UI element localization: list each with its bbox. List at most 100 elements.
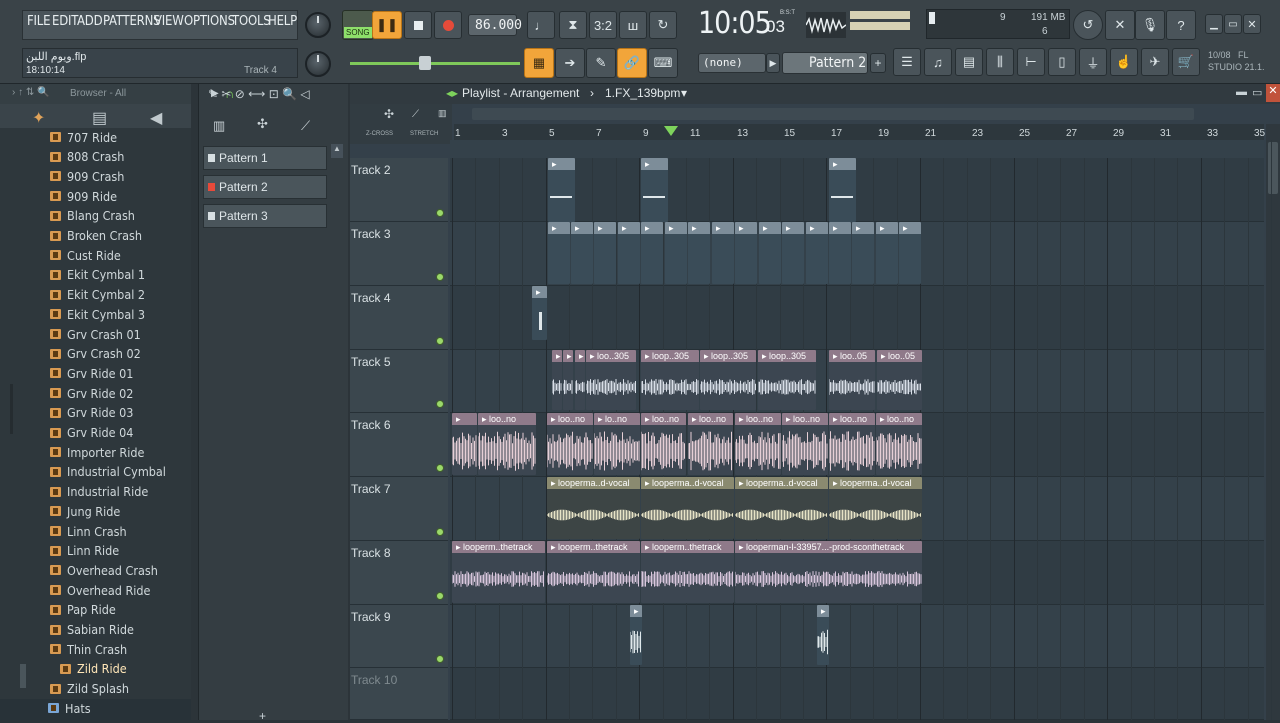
audio-icon[interactable]: ✣ <box>257 116 268 132</box>
piano-icon[interactable]: ▥ <box>213 118 231 133</box>
track-header[interactable]: Track 10 <box>350 668 448 720</box>
audio-clip[interactable]: ▸ looperman-l-33957...-prod-sconthetrack <box>735 541 922 603</box>
audio-clip[interactable]: ▸ looperm..thetrack <box>641 541 734 603</box>
browser-file-item[interactable]: Ekit Cymbal 1 <box>50 266 145 284</box>
audio-clip[interactable]: ▸ loo..05 <box>829 350 875 410</box>
browser-file-item[interactable]: 808 Crash <box>50 148 124 166</box>
browser-file-item[interactable]: Grv Ride 04 <box>50 424 133 442</box>
close-button[interactable]: ✕ <box>1243 14 1261 34</box>
mixer-window-button[interactable]: ⫼ <box>986 48 1014 76</box>
countdown-button[interactable]: 3:2 <box>589 11 617 39</box>
pattern-clip[interactable]: ▸ <box>759 222 781 284</box>
song-position-clock[interactable]: 10:05 <box>698 6 772 41</box>
playlist-view-button[interactable]: ➔ <box>555 48 585 78</box>
master-volume-slider[interactable] <box>419 56 431 70</box>
browser-file-item[interactable]: Grv Ride 03 <box>50 404 133 422</box>
add-track-icon[interactable]: + <box>259 709 266 723</box>
pattern-clip[interactable]: ▸ <box>806 222 828 284</box>
menu-view[interactable]: VIEW <box>154 14 184 29</box>
audio-clip[interactable]: ▸ loop..305 <box>758 350 816 410</box>
audio-clip[interactable]: ▸ loo..no <box>547 413 593 475</box>
menu-edit[interactable]: EDIT <box>52 14 78 29</box>
grid-icon[interactable]: ▥ <box>438 108 447 119</box>
audio-clip[interactable]: ▸ loo..no <box>829 413 875 475</box>
browser-scrollbar[interactable] <box>20 664 26 688</box>
browser-file-item[interactable]: 909 Ride <box>50 187 117 205</box>
playlist-nav-icon[interactable]: ◂▸ <box>446 86 458 100</box>
mixer-button[interactable]: ✕ <box>1105 10 1135 40</box>
pattern-clip[interactable]: ▸ <box>876 222 898 284</box>
audio-clip[interactable]: ▸ loop..305 <box>641 350 699 410</box>
browser-file-item[interactable]: Importer Ride <box>50 443 144 461</box>
track-mute-led[interactable] <box>436 273 444 281</box>
pattern-clip[interactable]: ▸ <box>829 222 851 284</box>
playlist-close-button[interactable]: ✕ <box>1266 84 1280 102</box>
tempo-display[interactable]: 86.000 <box>468 14 522 36</box>
pause-button[interactable]: ❚❚ <box>372 11 402 39</box>
sparkle-icon[interactable]: ✦ <box>32 108 45 128</box>
pattern-mode-button[interactable]: ▦ <box>524 48 554 78</box>
wait-for-input-button[interactable]: ⧗ <box>559 11 587 39</box>
browser-file-item[interactable]: Grv Ride 02 <box>50 384 133 402</box>
track-header[interactable]: Track 2 <box>350 158 448 222</box>
playlist-window-button[interactable]: ☰ <box>893 48 921 76</box>
audio-clip[interactable]: ▸ loo..no <box>782 413 828 475</box>
browser-file-item[interactable]: Zild Splash <box>50 680 129 698</box>
vertical-scroll-thumb[interactable] <box>1268 142 1278 194</box>
audio-clip[interactable]: ▸ looperm..thetrack <box>547 541 640 603</box>
store-button[interactable]: 🛒 <box>1172 48 1200 76</box>
menu-tools[interactable]: TOOLS <box>232 14 271 29</box>
speaker-icon[interactable]: ◀ <box>150 108 162 128</box>
browser-file-item[interactable]: 707 Ride <box>50 128 117 146</box>
browser-folder-item[interactable]: Hats <box>48 699 91 717</box>
playlist-tools-icons[interactable]: ✎ ✂ ⊘ ⟷ ⊡ 🔍 ◁ <box>208 87 310 101</box>
piano-roll-button[interactable]: ♫ <box>924 48 952 76</box>
audio-clip[interactable]: ▸ <box>552 350 562 410</box>
metronome-button[interactable]: ♩ <box>527 11 555 39</box>
maximize-button[interactable]: ▭ <box>1224 14 1242 34</box>
loop-record-button[interactable]: ↻ <box>649 11 677 39</box>
pattern-clip[interactable]: ▸ <box>688 222 710 284</box>
zoom-icon[interactable]: ⟋ <box>412 109 419 120</box>
step-edit-button[interactable]: ш <box>619 11 647 39</box>
track-header[interactable]: Track 6 <box>350 413 448 477</box>
browser-file-item[interactable]: Ekit Cymbal 2 <box>50 286 145 304</box>
audio-clip[interactable]: ▸ <box>563 350 573 410</box>
track-header[interactable]: Track 4 <box>350 286 448 350</box>
pattern-clip[interactable]: ▸ <box>735 222 757 284</box>
file-icon[interactable]: ▤ <box>92 108 107 128</box>
pattern-clip[interactable]: ▸ <box>641 158 668 222</box>
browser-file-item[interactable]: Industrial Ride <box>50 483 148 501</box>
browser-file-item[interactable]: Broken Crash <box>50 227 142 245</box>
browser-nav-icons[interactable]: › ↑ ⇅ 🔍 <box>12 87 50 98</box>
audio-clip[interactable]: ▸ loo..no <box>735 413 781 475</box>
menu-file[interactable]: FILE <box>27 14 50 29</box>
stop-button[interactable] <box>404 11 432 39</box>
menu-help[interactable]: HELP <box>268 14 297 29</box>
audio-clip[interactable]: ▸ loop..305 <box>700 350 756 410</box>
track-mute-led[interactable] <box>436 464 444 472</box>
browser-file-item[interactable]: Overhead Crash <box>50 561 158 579</box>
audio-clip[interactable]: ▸ <box>452 413 477 475</box>
move-icon[interactable]: ✣ <box>384 107 394 121</box>
menu-patterns[interactable]: PATTERNS <box>103 14 161 29</box>
pattern-selector[interactable]: Pattern 2 <box>782 52 868 74</box>
track-mute-led[interactable] <box>436 528 444 536</box>
track-mute-led[interactable] <box>436 400 444 408</box>
project-tree-button[interactable]: ⊢ <box>1017 48 1045 76</box>
vocal-clip[interactable]: ▸ looperma..d-vocal <box>829 477 922 539</box>
draw-tool-button[interactable]: ✎ <box>586 48 616 78</box>
pattern-clip[interactable]: ▸ <box>641 222 663 284</box>
audio-input-button[interactable]: 🎙 <box>1135 10 1165 40</box>
automation-icon[interactable]: ⟋ <box>301 118 310 134</box>
track-header[interactable]: Track 9 <box>350 605 448 668</box>
vocal-clip[interactable]: ▸ looperma..d-vocal <box>547 477 640 539</box>
track-lane[interactable] <box>450 286 1264 350</box>
audio-clip[interactable]: ▸ loo..no <box>478 413 536 475</box>
audio-clip[interactable]: ▸ loo..305 <box>586 350 636 410</box>
browser-file-item[interactable]: Blang Crash <box>50 207 135 225</box>
browser-file-item[interactable]: Grv Crash 01 <box>50 325 141 343</box>
browser-file-item[interactable]: Grv Crash 02 <box>50 345 141 363</box>
browser-file-item[interactable]: Overhead Ride <box>50 581 150 599</box>
record-button[interactable] <box>434 11 462 39</box>
